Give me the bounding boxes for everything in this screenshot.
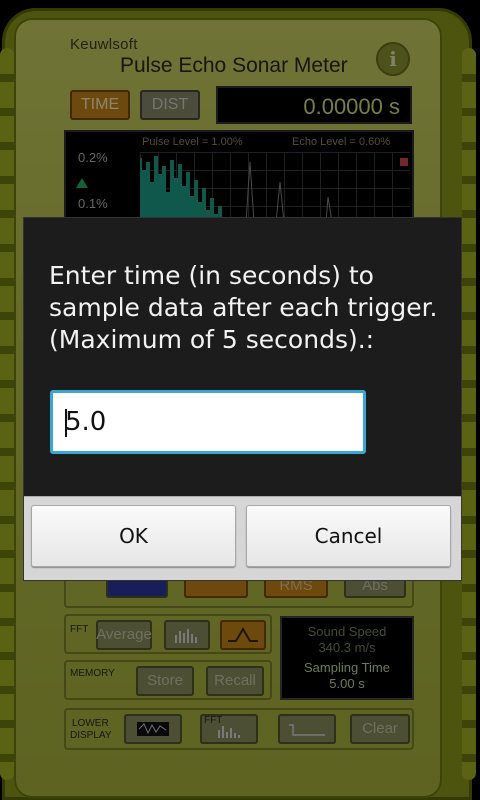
ok-button[interactable]: OK — [31, 505, 236, 567]
cancel-button[interactable]: Cancel — [246, 505, 451, 567]
dialog-message: Enter time (in seconds) to sample data a… — [49, 261, 438, 354]
sampling-time-input[interactable]: 5.0 — [50, 390, 366, 454]
sampling-time-dialog: Enter time (in seconds) to sample data a… — [24, 218, 461, 580]
dialog-button-bar: OK Cancel — [24, 496, 461, 580]
sampling-time-input-value: 5.0 — [65, 407, 107, 437]
